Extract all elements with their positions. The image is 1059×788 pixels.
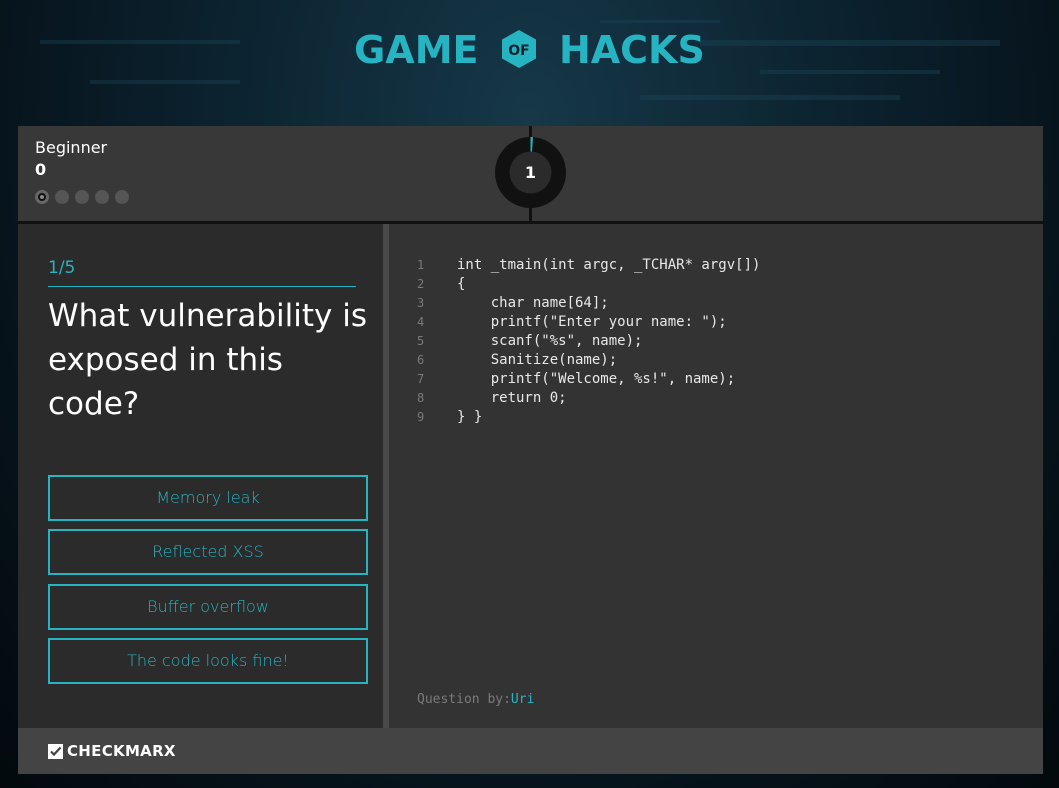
code-line: 3 char name[64]; xyxy=(417,294,760,313)
question-text: What vulnerability is exposed in this co… xyxy=(48,298,368,422)
code-text: printf("Enter your name: "); xyxy=(457,314,727,330)
answer-button-code-fine[interactable]: The code looks fine! xyxy=(48,638,368,684)
code-line: 7 printf("Welcome, %s!", name); xyxy=(417,370,760,389)
code-text: return 0; xyxy=(457,390,567,406)
line-number: 9 xyxy=(417,410,425,424)
question-counter: 1/5 xyxy=(48,258,76,278)
progress-dot xyxy=(115,190,129,204)
timer-value: 1 xyxy=(524,163,537,182)
game-of-hacks-logo: GAME OF HACKS xyxy=(0,28,1059,72)
credit-prefix: Question by: xyxy=(417,692,511,707)
line-number: 3 xyxy=(417,296,425,310)
question-credit: Question by:Uri xyxy=(417,692,534,707)
answer-button-reflected-xss[interactable]: Reflected XSS xyxy=(48,529,368,575)
credit-author[interactable]: Uri xyxy=(511,692,534,707)
brand-name: CHECKMARX xyxy=(67,742,176,760)
score-value: 0 xyxy=(35,160,47,179)
line-number: 6 xyxy=(417,353,425,367)
code-text: Sanitize(name); xyxy=(457,352,618,368)
logo-word-hacks: HACKS xyxy=(558,28,705,72)
code-block: 1 int _tmain(int argc, _TCHAR* argv[]) 2{3… xyxy=(417,256,760,427)
code-line: 1 int _tmain(int argc, _TCHAR* argv[]) xyxy=(417,256,760,275)
progress-dots xyxy=(35,190,129,204)
answer-button-buffer-overflow[interactable]: Buffer overflow xyxy=(48,584,368,630)
checkmarx-logo: CHECKMARX xyxy=(48,742,176,760)
logo-word-of: OF xyxy=(508,43,529,59)
checkmark-icon xyxy=(48,743,63,759)
level-label: Beginner xyxy=(35,138,108,157)
code-line: 2{ xyxy=(417,275,760,294)
code-line: 5 scanf("%s", name); xyxy=(417,332,760,351)
progress-dot xyxy=(95,190,109,204)
code-line: 6 Sanitize(name); xyxy=(417,351,760,370)
code-text: scanf("%s", name); xyxy=(457,333,643,349)
question-rule xyxy=(48,286,356,287)
code-text: } } xyxy=(457,409,483,425)
timer: 1 xyxy=(495,137,566,208)
progress-dot xyxy=(35,190,49,204)
answer-button-memory-leak[interactable]: Memory leak xyxy=(48,475,368,521)
progress-dot xyxy=(75,190,89,204)
progress-dot xyxy=(55,190,69,204)
line-number: 2 xyxy=(417,277,425,291)
code-pane: 1 int _tmain(int argc, _TCHAR* argv[]) 2{3… xyxy=(389,224,1043,728)
code-text: char name[64]; xyxy=(457,295,609,311)
line-number: 4 xyxy=(417,315,425,329)
hexagon-icon: OF xyxy=(501,30,536,68)
code-line: 4 printf("Enter your name: "); xyxy=(417,313,760,332)
line-number: 5 xyxy=(417,334,425,348)
code-text: printf("Welcome, %s!", name); xyxy=(457,371,736,387)
logo-word-game: GAME xyxy=(354,28,479,72)
code-line: 9 } } xyxy=(417,408,760,427)
code-text: int _tmain(int argc, _TCHAR* argv[]) xyxy=(457,257,761,273)
line-number: 8 xyxy=(417,391,425,405)
code-text: { xyxy=(457,276,466,292)
game-panel: Beginner 0 1 1/5 What vulnerability is e… xyxy=(18,126,1043,774)
line-number: 1 xyxy=(417,258,425,272)
line-number: 7 xyxy=(417,372,425,386)
footer: CHECKMARX xyxy=(18,728,1043,774)
code-line: 8 return 0; xyxy=(417,389,760,408)
question-pane: 1/5 What vulnerability is exposed in thi… xyxy=(18,224,383,728)
